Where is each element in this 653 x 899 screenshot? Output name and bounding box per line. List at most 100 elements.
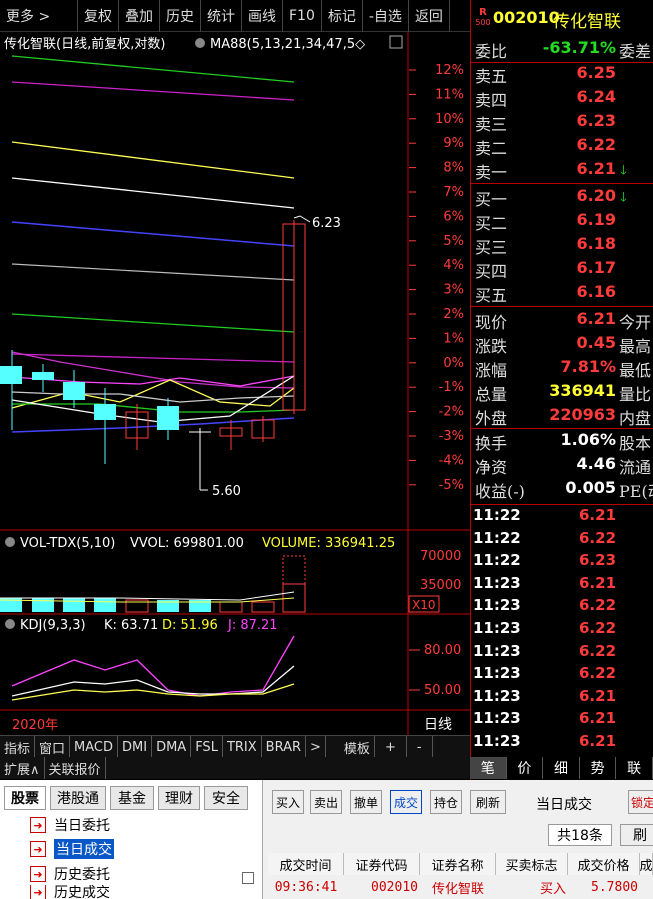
cancel-order-button[interactable]: 撤单 xyxy=(350,790,382,814)
toolbar-overlay-button[interactable]: 叠加 xyxy=(119,0,160,32)
ma-toggle-icon[interactable] xyxy=(195,38,205,48)
header-price[interactable]: 成交价格 xyxy=(568,853,640,875)
header-stock-name[interactable]: 证券名称 xyxy=(420,853,496,875)
tick-row: 11:22 6.23 xyxy=(471,551,653,573)
toolbar-f10-button[interactable]: F10 xyxy=(283,0,322,32)
sell-level-row[interactable]: 卖三 6.23 xyxy=(471,111,653,135)
buy-level-row[interactable]: 买一 6.20 🡓 xyxy=(471,186,653,210)
tick-time: 11:23 xyxy=(473,664,521,683)
buy-level-row[interactable]: 买三 6.18 xyxy=(471,234,653,258)
refresh-small-button[interactable]: 刷 xyxy=(620,824,653,846)
stat-value: 336941 xyxy=(549,381,616,400)
quote-stat-row: 外盘 220963 内盘 xyxy=(471,405,653,429)
checkbox[interactable] xyxy=(242,872,254,884)
tab-remove[interactable]: - xyxy=(407,736,433,758)
quote-tab-trades[interactable]: 笔 xyxy=(470,757,507,779)
tab-fsl[interactable]: FSL xyxy=(191,736,223,758)
pct-tick-label: 11% xyxy=(435,87,464,102)
quote-tab-trend[interactable]: 势 xyxy=(580,757,617,779)
buy-level-row[interactable]: 买五 6.16 xyxy=(471,282,653,306)
sell-level-row[interactable]: 卖四 6.24 xyxy=(471,87,653,111)
tab-dmi[interactable]: DMI xyxy=(118,736,153,758)
sell-level-row[interactable]: 卖一 6.21 🡓 xyxy=(471,159,653,183)
trade-tab-finance[interactable]: 理财 xyxy=(158,786,200,810)
buy-level-row[interactable]: 买四 6.17 xyxy=(471,258,653,282)
tick-time: 11:22 xyxy=(473,528,521,547)
low-price-label: 5.60 xyxy=(212,484,241,499)
tick-time: 11:23 xyxy=(473,709,521,728)
indicator-tabs: 指标 窗口 MACD DMI DMA FSL TRIX BRAR > 模板 + … xyxy=(0,735,470,758)
lock-button[interactable]: 锁定 xyxy=(628,790,653,814)
toolbar-stats-button[interactable]: 统计 xyxy=(201,0,242,32)
sell-level-row[interactable]: 卖二 6.22 xyxy=(471,135,653,159)
toolbar-history-button[interactable]: 历史 xyxy=(160,0,201,32)
tree-today-trades[interactable]: ➜ 当日成交 xyxy=(30,838,114,860)
tab-dma[interactable]: DMA xyxy=(152,736,192,758)
quote-tab-related[interactable]: 联 xyxy=(616,757,653,779)
trade-tab-fund[interactable]: 基金 xyxy=(110,786,154,810)
tick-price: 6.22 xyxy=(579,641,617,660)
toolbar-fuquan-button[interactable]: 复权 xyxy=(78,0,119,32)
chart-maximize-icon[interactable] xyxy=(389,35,403,49)
stat-value: 7.81% xyxy=(560,357,616,376)
trade-tab-stock[interactable]: 股票 xyxy=(4,786,46,810)
toolbar-mark-button[interactable]: 标记 xyxy=(322,0,363,32)
trades-button[interactable]: 成交 xyxy=(390,790,422,814)
stat-label: 换手 xyxy=(475,434,508,453)
ma-label: MA88(5,13,21,34,47,5◇ xyxy=(210,37,365,52)
buy-button[interactable]: 买入 xyxy=(272,790,304,814)
buy-level-label: 买四 xyxy=(475,262,508,281)
tab-brar[interactable]: BRAR xyxy=(262,736,307,758)
quote-tab-detail[interactable]: 细 xyxy=(543,757,580,779)
toolbar-more-button[interactable]: 更多 > xyxy=(0,0,78,32)
kdj-toggle-icon[interactable] xyxy=(5,619,15,629)
tab-add[interactable]: + xyxy=(375,736,407,758)
tree-today-orders[interactable]: ➜ 当日委托 xyxy=(30,814,110,836)
tree-history-orders[interactable]: ➜ 历史委托 xyxy=(30,863,110,885)
weibi-label: 委比 xyxy=(475,42,508,61)
pct-tick-label: 8% xyxy=(443,161,464,176)
sell-level-row[interactable]: 卖五 6.25 xyxy=(471,63,653,87)
vol-toggle-icon[interactable] xyxy=(5,537,15,547)
stat-label: 现价 xyxy=(475,313,508,332)
tab-indicator[interactable]: 指标 xyxy=(0,736,36,758)
cell-trade-time: 09:36:41 xyxy=(274,879,338,895)
tick-price: 6.22 xyxy=(579,619,617,637)
stat-label: 外盘 xyxy=(475,409,508,428)
stat-label: 总量 xyxy=(475,385,508,404)
pct-tick-label: 10% xyxy=(435,112,464,127)
tab-related-quote[interactable]: 关联报价 xyxy=(45,757,106,779)
header-stock-code[interactable]: 证券代码 xyxy=(344,853,420,875)
kline-chart[interactable]: 传化智联(日线,前复权,对数) MA88(5,13,21,34,47,5◇ 12… xyxy=(0,32,470,735)
tab-macd[interactable]: MACD xyxy=(70,736,118,758)
header-trade-time[interactable]: 成交时间 xyxy=(268,853,344,875)
toolbar-remove-watchlist-button[interactable]: -自选 xyxy=(363,0,409,32)
sell-level-price: 6.21 xyxy=(576,159,616,178)
positions-button[interactable]: 持仓 xyxy=(430,790,462,814)
toolbar-draw-button[interactable]: 画线 xyxy=(242,0,283,32)
tick-time: 11:22 xyxy=(473,551,521,570)
header-side[interactable]: 买卖标志 xyxy=(496,853,568,875)
tab-extend[interactable]: 扩展∧ xyxy=(0,757,45,779)
trade-tab-hk-connect[interactable]: 港股通 xyxy=(50,786,106,810)
sell-button[interactable]: 卖出 xyxy=(310,790,342,814)
trade-tab-security[interactable]: 安全 xyxy=(204,786,248,810)
vol-unit-label: X10 xyxy=(412,598,436,612)
quote-stat-row: 总量 336941 量比 xyxy=(471,381,653,405)
toolbar-back-button[interactable]: 返回 xyxy=(409,0,450,32)
pct-tick-label: 7% xyxy=(443,185,464,200)
refresh-button[interactable]: 刷新 xyxy=(470,790,506,814)
tab-more-arrow[interactable]: > xyxy=(306,736,326,758)
trade-left-panel: 股票 港股通 基金 理财 安全 ➜ 当日委托 ➜ 当日成交 ➜ 历史委托 ➜ 历… xyxy=(0,780,263,899)
tab-template[interactable]: 模板 xyxy=(340,736,375,758)
tab-window[interactable]: 窗口 xyxy=(35,736,71,758)
buy-level-label: 买一 xyxy=(475,190,508,209)
header-more[interactable]: 成 xyxy=(640,853,653,875)
stat-value: 6.21 xyxy=(576,309,616,328)
buy-level-row[interactable]: 买二 6.19 xyxy=(471,210,653,234)
tab-trix[interactable]: TRIX xyxy=(223,736,262,758)
kline-chart-area[interactable]: 传化智联(日线,前复权,对数) MA88(5,13,21,34,47,5◇ 12… xyxy=(0,32,470,735)
sell-level-label: 卖五 xyxy=(475,67,508,86)
quote-tab-price[interactable]: 价 xyxy=(507,757,544,779)
tree-history-trades[interactable]: ➜ 历史成交 xyxy=(30,885,110,899)
